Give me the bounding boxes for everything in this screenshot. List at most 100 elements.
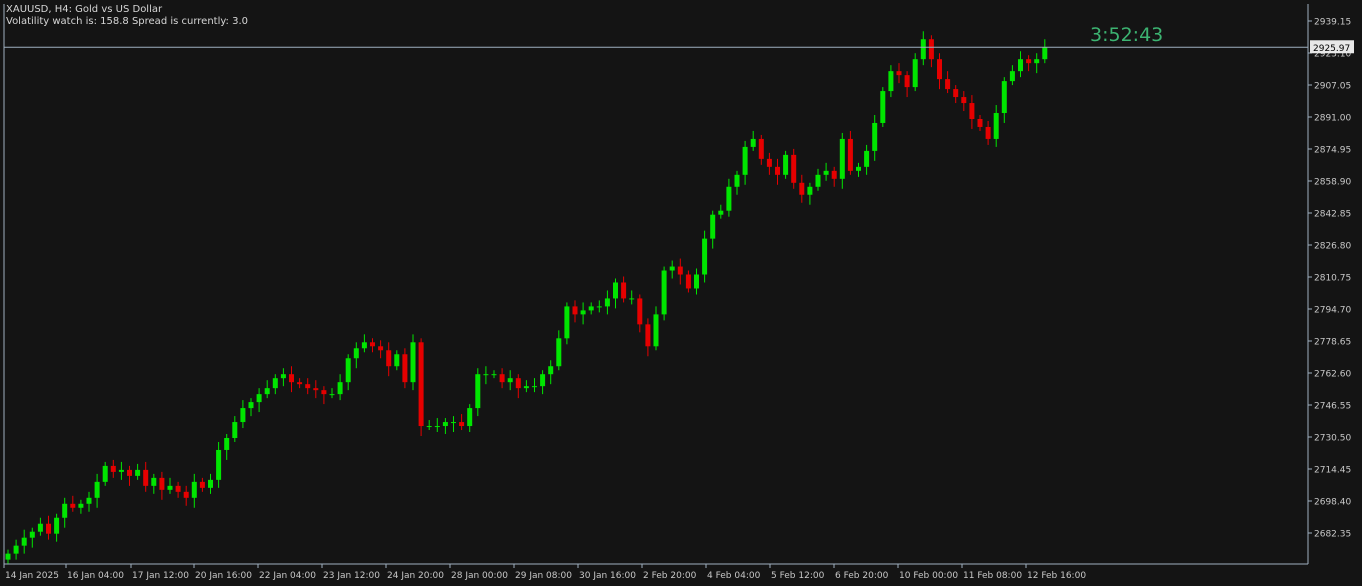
price-chart[interactable]: 2939.152923.102907.052891.002874.952858.… bbox=[0, 0, 1362, 586]
candle bbox=[345, 354, 351, 391]
candle bbox=[1018, 51, 1023, 78]
candle-body bbox=[523, 386, 529, 389]
candle bbox=[540, 370, 546, 395]
candle-body bbox=[945, 79, 951, 90]
candle bbox=[726, 178, 732, 217]
candle-body bbox=[621, 282, 627, 299]
candle-body bbox=[775, 166, 780, 175]
candle bbox=[823, 162, 829, 181]
candle-body bbox=[248, 402, 254, 409]
price-tick-label: 2907.05 bbox=[1314, 82, 1351, 92]
candle-body bbox=[912, 59, 918, 88]
price-tick-label: 2682.35 bbox=[1314, 530, 1351, 540]
price-tick-label: 2762.60 bbox=[1314, 370, 1351, 380]
candle bbox=[224, 434, 230, 460]
candle-body bbox=[904, 75, 910, 88]
candle-body bbox=[37, 523, 43, 532]
candle bbox=[370, 338, 375, 353]
candle bbox=[734, 170, 740, 195]
candle-body bbox=[135, 469, 141, 476]
candle-body bbox=[993, 113, 999, 139]
candle bbox=[548, 360, 554, 385]
chart-title: XAUUSD, H4: Gold vs US Dollar bbox=[6, 4, 163, 15]
candle bbox=[378, 340, 384, 359]
candle bbox=[208, 473, 213, 494]
candle-body bbox=[564, 306, 570, 339]
candle bbox=[475, 368, 481, 417]
chart-frame bbox=[3, 4, 1309, 565]
candle-body bbox=[159, 477, 165, 490]
candle-body bbox=[685, 274, 691, 289]
candle bbox=[507, 370, 513, 391]
candle-body bbox=[208, 479, 213, 488]
candle-body bbox=[5, 553, 11, 560]
candle-body bbox=[410, 342, 416, 383]
candle bbox=[467, 404, 473, 433]
candle-body bbox=[807, 186, 813, 195]
candle-body bbox=[175, 485, 181, 492]
candle-body bbox=[70, 503, 76, 508]
candle bbox=[305, 378, 311, 395]
price-tick-label: 2794.70 bbox=[1314, 306, 1351, 316]
time-tick-label: 12 Feb 16:00 bbox=[1027, 571, 1086, 581]
candle-body bbox=[167, 485, 173, 490]
candle-body bbox=[118, 469, 124, 472]
candle bbox=[629, 290, 635, 305]
candle bbox=[523, 380, 529, 393]
candle-body bbox=[1001, 81, 1007, 114]
current-price-label: 2925.97 bbox=[1313, 44, 1350, 54]
candle bbox=[920, 31, 926, 66]
candle bbox=[815, 168, 821, 191]
candle bbox=[1009, 65, 1015, 86]
candle bbox=[361, 334, 367, 353]
candle-body bbox=[29, 531, 35, 538]
candle bbox=[216, 441, 222, 488]
candle-body bbox=[102, 465, 108, 482]
candle bbox=[62, 497, 68, 528]
candle-body bbox=[1026, 59, 1032, 64]
candle bbox=[653, 306, 659, 351]
candle bbox=[888, 65, 894, 98]
price-tick-label: 2746.55 bbox=[1314, 402, 1351, 412]
candle bbox=[742, 140, 748, 185]
time-tick-label: 29 Jan 08:00 bbox=[515, 571, 572, 581]
candle bbox=[5, 549, 11, 564]
candle bbox=[94, 473, 100, 508]
candle-body bbox=[548, 366, 554, 375]
candle bbox=[864, 144, 870, 175]
candle-body bbox=[977, 118, 983, 127]
candle-body bbox=[272, 378, 278, 389]
candle bbox=[135, 463, 141, 480]
candle-body bbox=[280, 374, 286, 379]
time-tick-label: 11 Feb 08:00 bbox=[963, 571, 1022, 581]
candle-body bbox=[783, 154, 789, 175]
candle-body bbox=[127, 469, 132, 476]
candle-body bbox=[532, 386, 537, 388]
candle-body bbox=[442, 422, 448, 427]
candle bbox=[175, 481, 181, 498]
candle-body bbox=[402, 354, 408, 383]
candle bbox=[248, 398, 254, 417]
candle bbox=[159, 471, 165, 500]
candle bbox=[564, 302, 570, 345]
candle bbox=[78, 499, 84, 514]
candle-body bbox=[191, 481, 197, 498]
candle-body bbox=[758, 138, 764, 159]
candle bbox=[1034, 53, 1040, 74]
candle bbox=[807, 182, 813, 205]
time-tick-label: 23 Jan 12:00 bbox=[323, 571, 380, 581]
candle bbox=[580, 302, 586, 325]
candle bbox=[1042, 39, 1048, 64]
candle bbox=[143, 461, 149, 492]
candle bbox=[596, 300, 602, 313]
candle-body bbox=[556, 338, 562, 367]
candle bbox=[402, 348, 408, 389]
time-tick-label: 6 Feb 20:00 bbox=[835, 571, 889, 581]
candle bbox=[434, 418, 440, 433]
candle-body bbox=[434, 426, 440, 428]
candle bbox=[791, 148, 797, 189]
candle bbox=[442, 418, 448, 435]
price-tick-label: 2858.90 bbox=[1314, 178, 1351, 188]
candle-body bbox=[596, 306, 602, 308]
price-tick-label: 2698.40 bbox=[1314, 498, 1351, 508]
